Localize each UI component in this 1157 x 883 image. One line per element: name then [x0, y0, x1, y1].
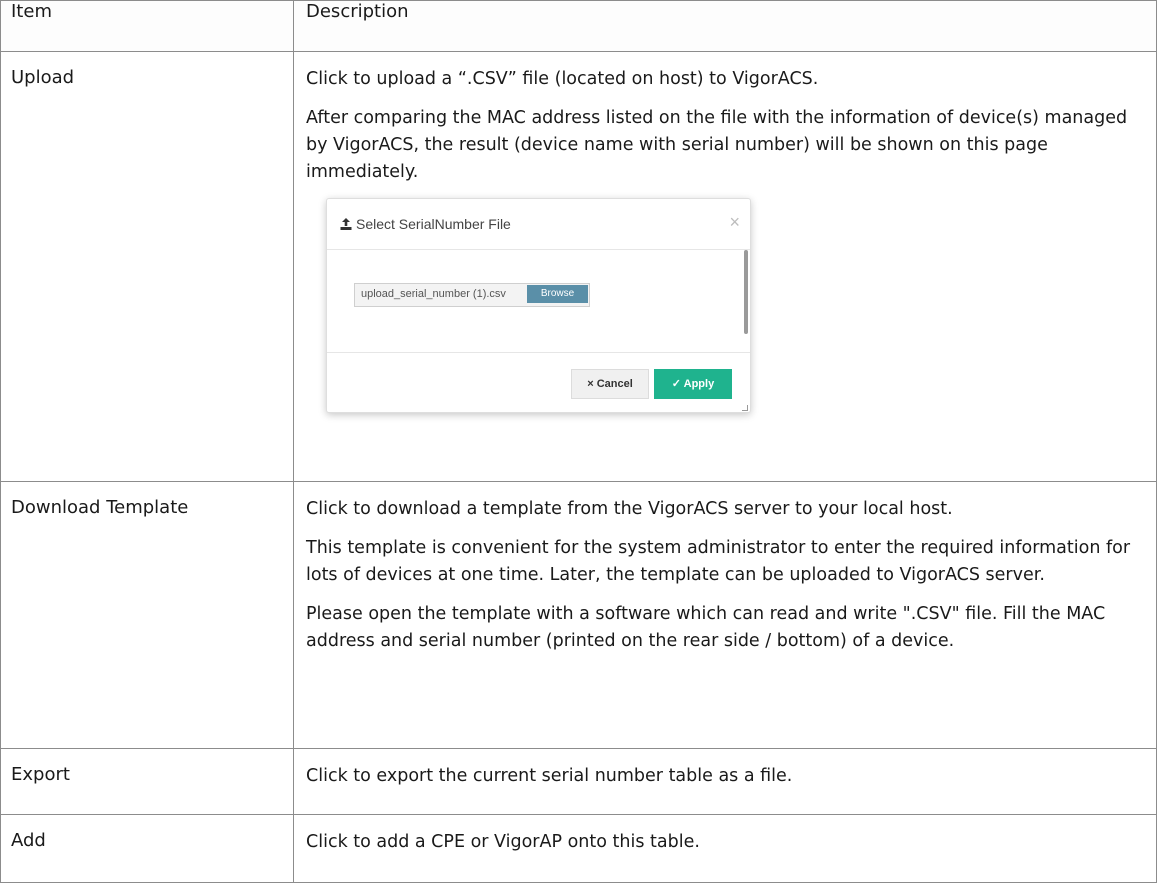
description-text: Please open the template with a software…	[306, 604, 1106, 651]
item-upload: Upload	[0, 51, 294, 482]
scrollbar[interactable]	[744, 250, 748, 334]
item-export: Export	[0, 748, 294, 815]
apply-button[interactable]: ✓ Apply	[654, 369, 732, 399]
table-row: Upload Click to upload a “.CSV” file (lo…	[0, 51, 1157, 482]
description-text: Click to download a template from the Vi…	[306, 499, 953, 519]
description-text: This template is convenient for the syst…	[306, 538, 1131, 585]
item-download-template: Download Template	[0, 481, 294, 749]
header-item: Item	[0, 0, 294, 52]
description-upload: Click to upload a “.CSV” file (located o…	[293, 51, 1157, 482]
dialog-header: Select SerialNumber File ×	[327, 199, 750, 250]
upload-icon	[339, 216, 356, 232]
description-text: Click to export the current serial numbe…	[306, 766, 793, 786]
table-row: Export Click to export the current seria…	[0, 748, 1157, 815]
table-header-row: Item Description	[0, 0, 1157, 52]
description-add: Click to add a CPE or VigorAP onto this …	[293, 814, 1157, 883]
header-description: Description	[293, 0, 1157, 52]
file-input[interactable]: upload_serial_number (1).csv Browse	[354, 283, 590, 307]
description-export: Click to export the current serial numbe…	[293, 748, 1157, 815]
file-name: upload_serial_number (1).csv	[361, 288, 506, 300]
description-table: Item Description Upload Click to upload …	[0, 0, 1157, 883]
description-text: Click to upload a “.CSV” file (located o…	[306, 69, 819, 89]
resize-handle[interactable]	[742, 405, 748, 411]
close-icon[interactable]: ×	[729, 213, 740, 231]
description-download-template: Click to download a template from the Vi…	[293, 481, 1157, 749]
cancel-button[interactable]: × Cancel	[571, 369, 649, 399]
dialog-footer: × Cancel ✓ Apply	[327, 352, 750, 412]
table-row: Download Template Click to download a te…	[0, 481, 1157, 749]
description-text: Click to add a CPE or VigorAP onto this …	[306, 832, 700, 852]
item-add: Add	[0, 814, 294, 883]
dialog-body: upload_serial_number (1).csv Browse	[327, 250, 750, 352]
description-text: After comparing the MAC address listed o…	[306, 108, 1128, 182]
table-row: Add Click to add a CPE or VigorAP onto t…	[0, 814, 1157, 883]
dialog-title: Select SerialNumber File	[356, 216, 511, 232]
browse-button[interactable]: Browse	[527, 285, 588, 303]
select-file-dialog: Select SerialNumber File × upload_serial…	[326, 198, 751, 413]
